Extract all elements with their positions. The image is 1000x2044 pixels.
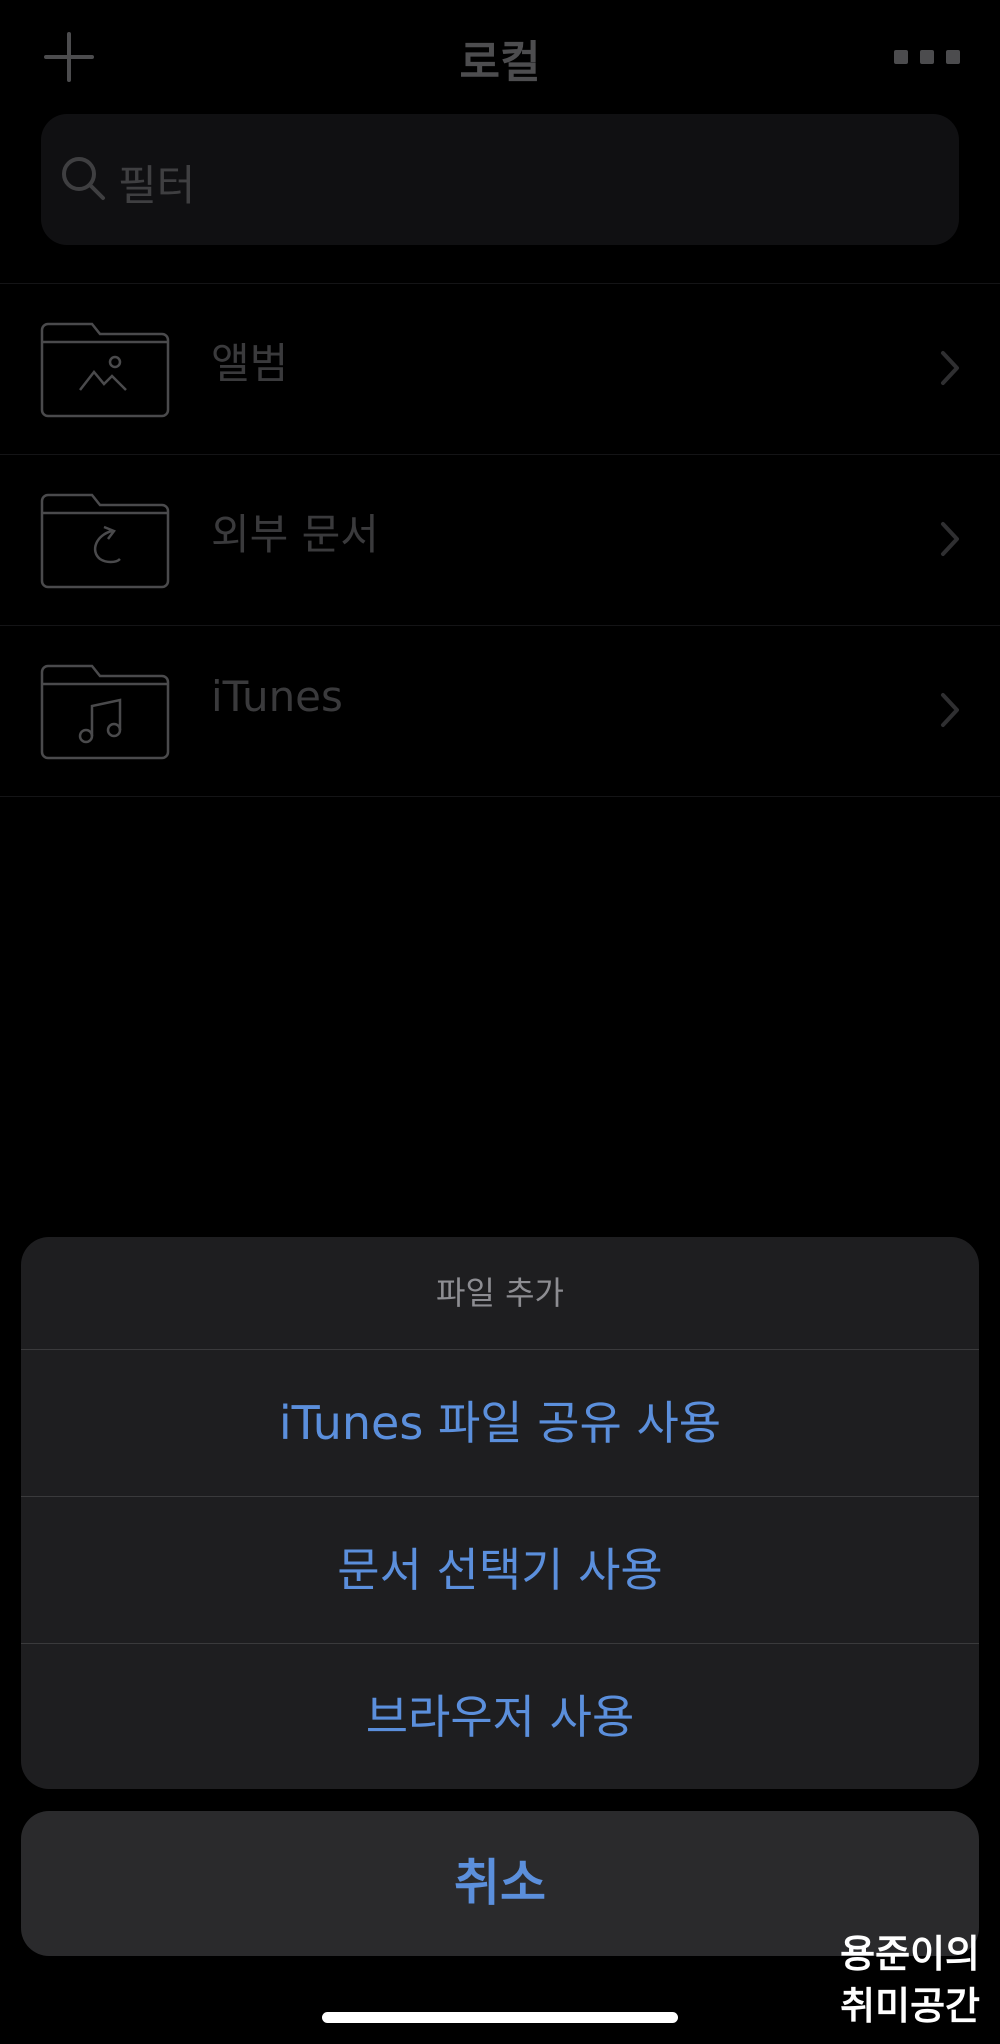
chevron-right-icon	[941, 351, 959, 385]
folder-label: 외부 문서	[211, 510, 379, 559]
watermark: 용준이의 취미공간	[800, 1928, 980, 2032]
folder-label: 앨범	[211, 339, 289, 388]
magnifier-icon	[62, 157, 105, 200]
navigation-bar: 로컬	[0, 0, 1000, 112]
action-sheet: 파일 추가 iTunes 파일 공유 사용 문서 선택기 사용 브라우저 사용	[21, 1237, 979, 1789]
document-picker-button[interactable]: 문서 선택기 사용	[21, 1497, 979, 1644]
folder-photo-icon	[40, 322, 170, 418]
ellipsis-icon[interactable]	[894, 50, 960, 64]
list-item-album[interactable]: 앨범	[0, 283, 1000, 454]
folder-label: iTunes	[211, 672, 343, 721]
search-field[interactable]: 필터	[41, 114, 959, 245]
folder-music-icon	[40, 664, 170, 760]
watermark-line: 취미공간	[840, 1984, 980, 2028]
home-indicator[interactable]	[322, 2012, 678, 2023]
chevron-right-icon	[941, 693, 959, 727]
watermark-line: 용준이의	[840, 1932, 980, 1976]
action-sheet-title: 파일 추가	[21, 1237, 979, 1350]
folder-list: 앨범 외부 문서 iTunes	[0, 283, 1000, 797]
chevron-right-icon	[941, 522, 959, 556]
browser-button[interactable]: 브라우저 사용	[21, 1644, 979, 1789]
page-title: 로컬	[459, 37, 541, 88]
search-placeholder: 필터	[118, 161, 196, 210]
list-item-external-docs[interactable]: 외부 문서	[0, 454, 1000, 625]
folder-import-icon	[40, 493, 170, 589]
list-item-itunes[interactable]: iTunes	[0, 625, 1000, 797]
itunes-file-sharing-button[interactable]: iTunes 파일 공유 사용	[21, 1350, 979, 1497]
